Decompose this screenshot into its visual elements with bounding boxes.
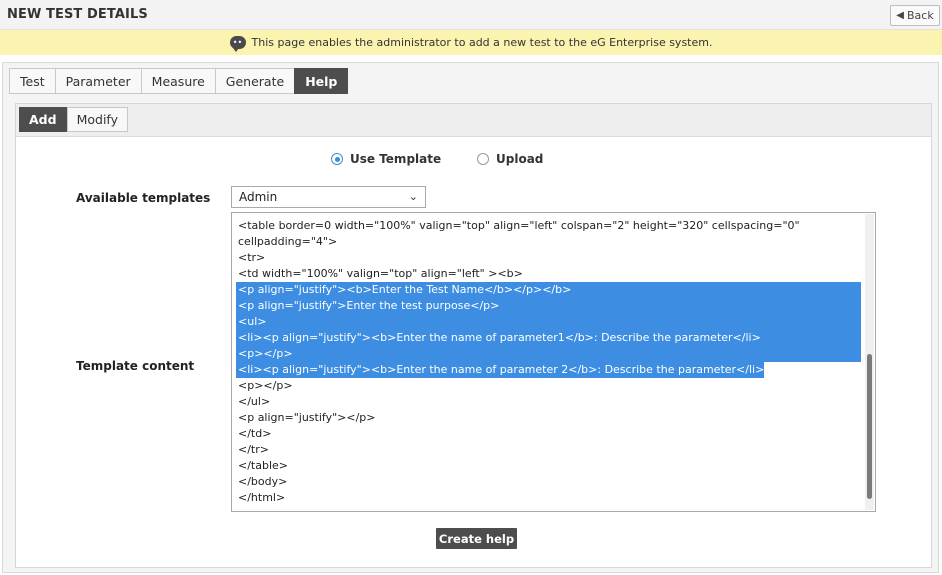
code-line-selected: <p align="justify">Enter the test purpos… [236,298,861,314]
code-line-selected: <li><p align="justify"><b>Enter the name… [236,330,861,346]
code-line-selected: <p align="justify"><b>Enter the Test Nam… [236,282,861,298]
available-templates-value: Admin [239,190,278,204]
tab-help[interactable]: Help [294,68,349,94]
main-tabs: Test Parameter Measure Generate Help [9,68,349,94]
template-content-text: <table border=0 width="100%" valign="top… [236,218,863,506]
code-line-selected: <li><p align="justify"><b>Enter the name… [236,362,765,378]
code-line: <td width="100%" valign="top" align="lef… [238,267,523,280]
page-header: NEW TEST DETAILS ◀ Back [0,0,942,30]
upload-label: Upload [496,152,544,166]
template-content-label: Template content [76,359,195,373]
help-panel: Add Modify Use Template Upload Available… [15,103,932,568]
info-notice-bar: •• This page enables the administrator t… [0,30,942,55]
code-line: cellpadding="4"> [238,235,338,248]
speech-bubble-icon: •• [229,36,246,52]
code-line-selected: <ul> [236,314,861,330]
editor-scrollbar[interactable] [865,214,874,510]
test-details-panel: Test Parameter Measure Generate Help Add… [2,62,939,573]
page-title: NEW TEST DETAILS [7,7,148,22]
back-button[interactable]: ◀ Back [890,5,940,26]
code-line: </tr> [238,443,269,456]
code-line-selected: <p></p> [236,346,861,362]
code-line: <p align="justify"></p> [238,411,376,424]
upload-option[interactable]: Upload [477,152,543,166]
editor-scrollbar-thumb[interactable] [867,354,872,499]
subtab-modify[interactable]: Modify [66,107,128,132]
code-line: </html> [238,491,286,504]
code-line: </table> [238,459,288,472]
code-line: </ul> [238,395,271,408]
subtab-add[interactable]: Add [19,107,67,132]
notice-text: This page enables the administrator to a… [251,36,713,49]
tab-parameter[interactable]: Parameter [54,68,141,94]
available-templates-select[interactable]: Admin ⌄ [231,186,426,208]
tab-test[interactable]: Test [9,68,55,94]
code-line: <table border=0 width="100%" valign="top… [238,219,800,232]
back-button-label: Back [906,9,934,22]
use-template-label: Use Template [350,152,442,166]
use-template-radio[interactable] [331,153,343,165]
code-line: <tr> [238,251,266,264]
arrow-left-icon: ◀ [896,10,904,21]
code-line: </td> [238,427,272,440]
template-content-editor[interactable]: <table border=0 width="100%" valign="top… [231,212,876,512]
use-template-option[interactable]: Use Template [331,152,441,166]
available-templates-label: Available templates [76,191,211,205]
upload-radio[interactable] [477,153,489,165]
create-help-button[interactable]: Create help [436,528,517,549]
chevron-down-icon: ⌄ [408,190,418,203]
code-line: </body> [238,475,288,488]
tab-generate[interactable]: Generate [214,68,295,94]
tab-measure[interactable]: Measure [140,68,215,94]
subtabs-bar: Add Modify [16,104,931,137]
code-line: <p></p> [238,379,293,392]
